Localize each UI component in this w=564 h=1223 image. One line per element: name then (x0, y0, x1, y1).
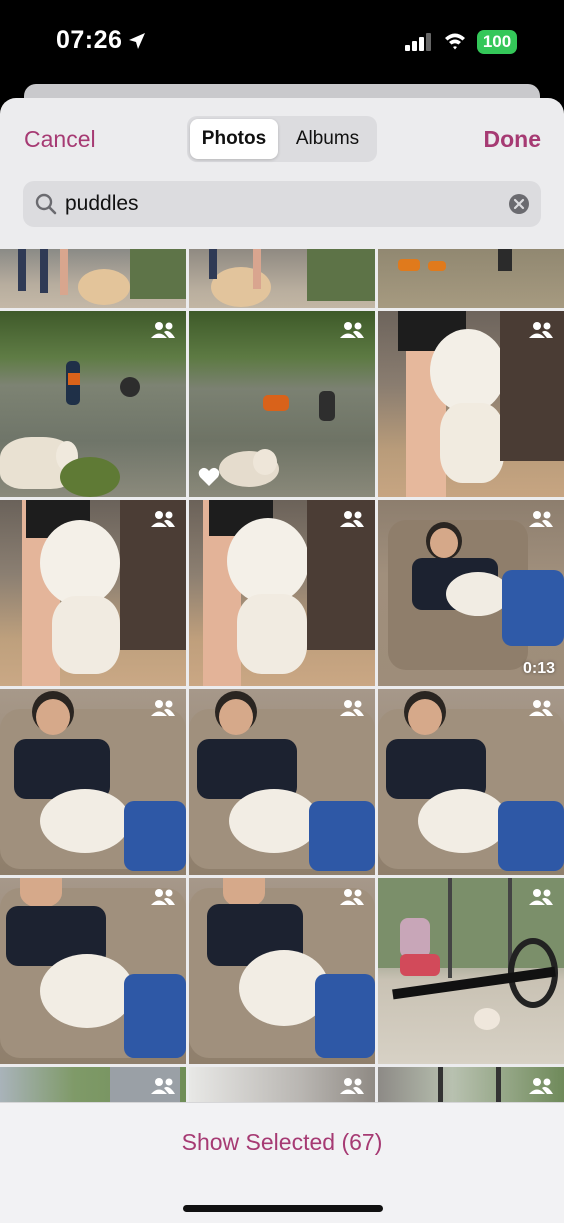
tab-photos[interactable]: Photos (190, 119, 278, 159)
photo-thumbnail[interactable] (189, 878, 375, 1064)
shared-people-icon (529, 322, 553, 338)
photo-thumbnail[interactable] (378, 249, 564, 308)
photo-thumbnail[interactable] (378, 311, 564, 497)
grid-row (0, 689, 564, 875)
done-button[interactable]: Done (484, 126, 542, 153)
photo-grid: 0:13 (0, 249, 564, 1109)
wifi-icon (445, 33, 465, 50)
status-time: 07:26 (56, 26, 123, 54)
shared-people-icon (151, 700, 175, 716)
search-field[interactable]: puddles (23, 181, 541, 227)
shared-people-icon (340, 1078, 364, 1094)
cellular-signal-icon (405, 33, 431, 51)
status-bar: 07:26 100 (0, 0, 564, 86)
search-input[interactable]: puddles (65, 192, 139, 216)
favorite-heart-icon (198, 467, 220, 486)
video-duration: 0:13 (522, 660, 555, 677)
clear-search-icon[interactable] (508, 193, 530, 215)
shared-people-icon (340, 889, 364, 905)
shared-people-icon (340, 700, 364, 716)
photo-thumbnail[interactable] (0, 878, 186, 1064)
segmented-control: Photos Albums (187, 116, 377, 162)
home-indicator[interactable] (183, 1205, 383, 1212)
shared-people-icon (529, 700, 553, 716)
photo-thumbnail[interactable] (378, 878, 564, 1064)
tab-albums[interactable]: Albums (281, 119, 374, 159)
photo-thumbnail[interactable] (189, 500, 375, 686)
photo-thumbnail[interactable] (0, 689, 186, 875)
photo-thumbnail[interactable] (189, 249, 375, 308)
shared-people-icon (529, 1078, 553, 1094)
shared-people-icon (529, 511, 553, 527)
search-icon (35, 193, 57, 215)
bottom-toolbar: Show Selected (67) (0, 1102, 564, 1223)
video-thumbnail[interactable]: 0:13 (378, 500, 564, 686)
shared-people-icon (151, 511, 175, 527)
shared-people-icon (340, 511, 364, 527)
shared-people-icon (529, 889, 553, 905)
cancel-button[interactable]: Cancel (24, 126, 96, 153)
photo-thumbnail[interactable] (0, 311, 186, 497)
grid-row (0, 249, 564, 308)
shared-people-icon (151, 889, 175, 905)
grid-row (0, 878, 564, 1064)
shared-people-icon (340, 322, 364, 338)
location-arrow-icon (129, 33, 145, 49)
photo-thumbnail[interactable] (0, 500, 186, 686)
photo-picker-sheet: Cancel Photos Albums Done puddles 0:13 (0, 98, 564, 1223)
shared-people-icon (151, 322, 175, 338)
photo-thumbnail[interactable] (189, 311, 375, 497)
grid-row (0, 311, 564, 497)
shared-people-icon (151, 1078, 175, 1094)
show-selected-button[interactable]: Show Selected (67) (0, 1129, 564, 1156)
battery-indicator: 100 (477, 30, 517, 54)
photo-thumbnail[interactable] (378, 689, 564, 875)
photo-thumbnail[interactable] (189, 689, 375, 875)
photo-thumbnail[interactable] (0, 249, 186, 308)
grid-row: 0:13 (0, 500, 564, 686)
